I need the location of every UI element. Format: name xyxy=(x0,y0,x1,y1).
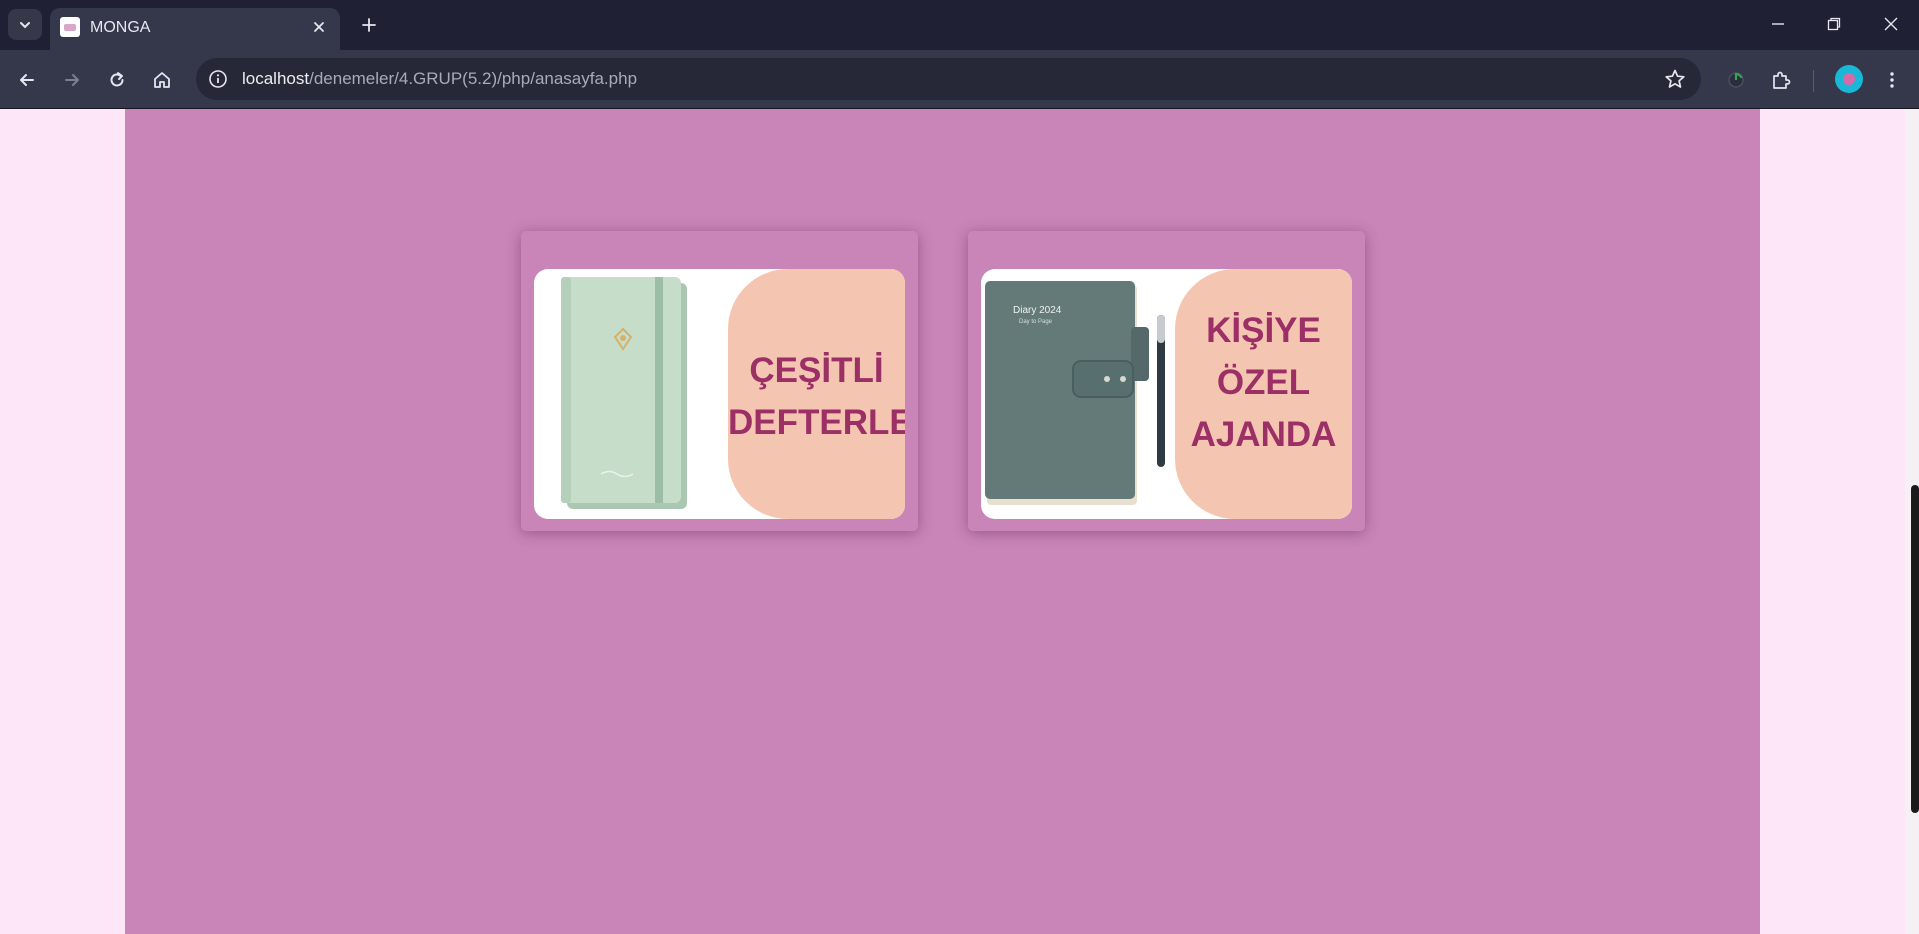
arrow-right-icon xyxy=(65,74,79,86)
site-favicon-icon xyxy=(60,17,80,37)
category-card-ajanda[interactable]: Diary 2024 Day to Page KİŞİYE ÖZEL AJAND… xyxy=(968,231,1365,531)
toolbar-divider xyxy=(1813,70,1814,92)
category-title-defterler: ÇEŞİTLİ DEFTERLER xyxy=(728,345,905,449)
close-icon xyxy=(1884,17,1898,31)
info-icon xyxy=(209,70,227,88)
reload-icon xyxy=(110,72,124,87)
back-button[interactable] xyxy=(11,64,43,96)
home-button[interactable] xyxy=(146,64,178,96)
minimize-button[interactable] xyxy=(1758,8,1798,40)
browser-toolbar: localhost/denemeler/4.GRUP(5.2)/php/anas… xyxy=(0,50,1919,109)
category-card-defterler[interactable]: ÇEŞİTLİ DEFTERLER xyxy=(521,231,918,531)
category-title-line: AJANDA xyxy=(1190,415,1337,454)
plus-icon xyxy=(362,18,376,32)
url-path: /denemeler/4.GRUP(5.2)/php/anasayfa.php xyxy=(309,69,638,88)
forward-button[interactable] xyxy=(56,64,88,96)
category-title-ajanda: KİŞİYE ÖZEL AJANDA xyxy=(1175,305,1352,461)
category-image-defterler: ÇEŞİTLİ DEFTERLER xyxy=(534,269,905,519)
url-host: localhost xyxy=(242,69,310,88)
bookmark-button[interactable] xyxy=(1661,65,1689,93)
new-tab-button[interactable] xyxy=(354,10,384,40)
extension-activity-icon xyxy=(1728,72,1744,88)
more-vert-icon xyxy=(1890,72,1894,88)
category-image-ajanda: Diary 2024 Day to Page KİŞİYE ÖZEL AJAND… xyxy=(981,269,1352,519)
category-title-line: ÖZEL xyxy=(1216,363,1311,402)
chevron-down-icon xyxy=(20,21,30,28)
url-text[interactable]: localhost/denemeler/4.GRUP(5.2)/php/anas… xyxy=(242,69,637,89)
main-content: ÇEŞİTLİ DEFTERLER Diary 2024 Day t xyxy=(125,109,1760,934)
star-icon xyxy=(1665,69,1685,88)
address-bar[interactable]: localhost/denemeler/4.GRUP(5.2)/php/anas… xyxy=(196,58,1701,100)
arrow-left-icon xyxy=(20,74,34,86)
site-info-button[interactable] xyxy=(204,65,232,93)
notebook-illustration-icon xyxy=(561,277,687,509)
minimize-icon xyxy=(1772,23,1784,25)
close-icon xyxy=(314,22,324,32)
browser-tab[interactable]: MONGA xyxy=(50,8,340,50)
puzzle-icon xyxy=(1773,71,1791,89)
diary-illustration-icon: Diary 2024 Day to Page xyxy=(985,281,1165,505)
diary-cover-text: Diary 2024 xyxy=(1013,305,1062,316)
scrollbar-thumb[interactable] xyxy=(1911,485,1919,813)
category-title-line: KİŞİYE xyxy=(1206,311,1321,350)
extensions-button[interactable] xyxy=(1765,64,1797,96)
category-title-line: DEFTERLER xyxy=(728,403,905,442)
tab-strip: MONGA xyxy=(0,0,1919,50)
tab-search-button[interactable] xyxy=(8,9,42,40)
browser-menu-button[interactable] xyxy=(1876,64,1908,96)
web-page: ÇEŞİTLİ DEFTERLER Diary 2024 Day t xyxy=(0,109,1919,934)
tab-close-button[interactable] xyxy=(308,16,330,38)
reload-button[interactable] xyxy=(101,64,133,96)
home-icon xyxy=(154,72,170,88)
extension-status-button[interactable] xyxy=(1720,64,1752,96)
category-title-line: ÇEŞİTLİ xyxy=(749,351,884,390)
diary-cover-subtext: Day to Page xyxy=(1019,319,1053,325)
restore-icon xyxy=(1827,17,1841,31)
restore-button[interactable] xyxy=(1814,8,1854,40)
close-window-button[interactable] xyxy=(1871,8,1911,40)
profile-avatar[interactable] xyxy=(1835,65,1863,93)
tab-title: MONGA xyxy=(90,19,151,36)
